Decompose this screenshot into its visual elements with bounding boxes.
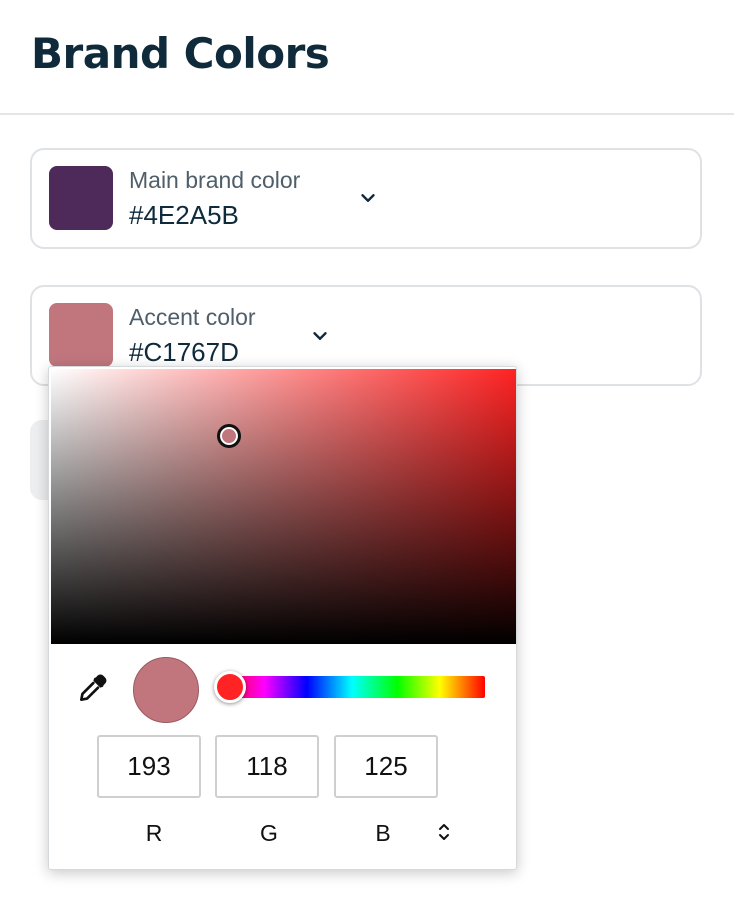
accent-color-label: Accent color (129, 304, 256, 330)
red-channel-label: R (145, 820, 163, 846)
blue-channel-label: B (375, 820, 391, 846)
main-brand-color-label: Main brand color (129, 167, 301, 193)
page-title: Brand Colors (31, 29, 330, 78)
main-brand-color-swatch (49, 166, 113, 230)
up-down-arrows-icon[interactable] (435, 821, 453, 843)
hue-slider-handle[interactable] (214, 671, 246, 703)
header-divider (0, 113, 734, 115)
blue-channel-input[interactable] (334, 735, 438, 798)
main-brand-color-value: #4E2A5B (129, 200, 239, 230)
saturation-area[interactable] (51, 369, 516, 644)
chevron-down-icon[interactable] (309, 325, 331, 347)
color-picker-popover: R G B (48, 366, 517, 870)
accent-color-swatch (49, 303, 113, 367)
red-channel-input[interactable] (97, 735, 201, 798)
eyedropper-icon[interactable] (76, 673, 108, 705)
main-brand-color-field[interactable]: Main brand color #4E2A5B (30, 148, 702, 249)
hue-slider[interactable] (219, 676, 485, 698)
green-channel-label: G (260, 820, 278, 846)
color-preview (133, 657, 199, 723)
saturation-handle[interactable] (217, 424, 241, 448)
accent-color-value: #C1767D (129, 337, 239, 367)
chevron-down-icon[interactable] (357, 187, 379, 209)
green-channel-input[interactable] (215, 735, 319, 798)
